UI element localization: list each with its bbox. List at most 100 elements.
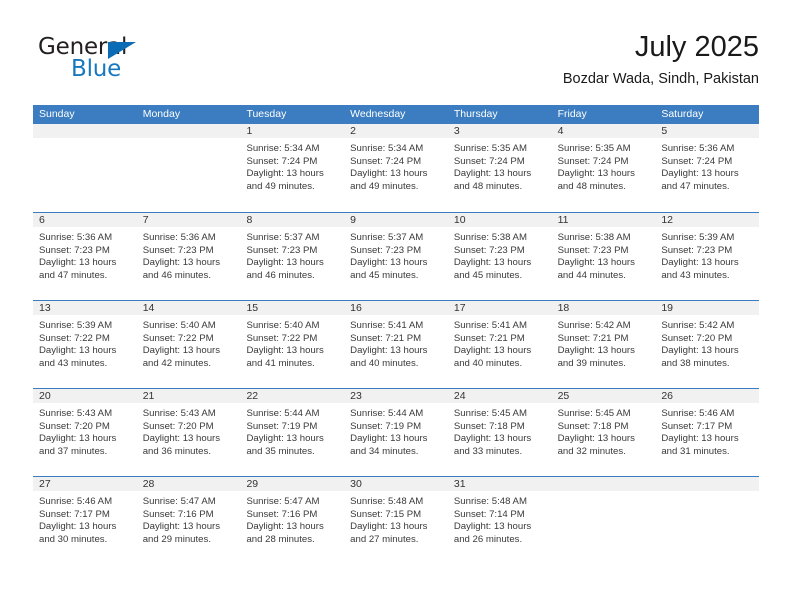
sunrise-text: Sunrise: 5:39 AM: [39, 320, 113, 331]
day-number: 20: [39, 390, 51, 402]
day-number: 8: [246, 214, 253, 226]
daylight-text: Daylight: 13 hours and 49 minutes.: [350, 168, 428, 192]
day-cell[interactable]: 17 Sunrise: 5:41 AM Sunset: 7:21 PM Dayligh…: [447, 301, 552, 388]
sunrise-text: Sunrise: 5:42 AM: [661, 320, 735, 331]
day-cell[interactable]: 4 Sunrise: 5:35 AM Sunset: 7:24 PM Daylight…: [551, 124, 656, 212]
sunrise-text: Sunrise: 5:47 AM: [142, 496, 216, 507]
day-cell[interactable]: 12 Sunrise: 5:39 AM Sunset: 7:23 PM Dayligh…: [655, 213, 760, 300]
day-cell[interactable]: 26 Sunrise: 5:46 AM Sunset: 7:17 PM Dayligh…: [655, 389, 760, 476]
generalblue-logo[interactable]: General Blue: [38, 34, 168, 84]
sunset-text: Sunset: 7:21 PM: [350, 332, 422, 344]
day-details: Sunrise: 5:36 AM Sunset: 7:23 PM Daylight:…: [33, 228, 137, 282]
day-details: Sunrise: 5:41 AM Sunset: 7:21 PM Daylight:…: [344, 316, 448, 370]
sunrise-text: Sunrise: 5:48 AM: [453, 496, 527, 507]
day-cell[interactable]: 1 Sunrise: 5:34 AM Sunset: 7:24 PM Daylight…: [240, 124, 345, 212]
daylight-text: Daylight: 13 hours and 37 minutes.: [39, 433, 117, 457]
sunset-text: Sunset: 7:23 PM: [350, 244, 422, 256]
day-cell[interactable]: 8 Sunrise: 5:37 AM Sunset: 7:23 PM Daylight…: [240, 213, 345, 300]
day-cell[interactable]: 11 Sunrise: 5:38 AM Sunset: 7:23 PM Dayligh…: [551, 213, 656, 300]
day-cell[interactable]: 21 Sunrise: 5:43 AM Sunset: 7:20 PM Dayligh…: [136, 389, 241, 476]
day-cell[interactable]: 25 Sunrise: 5:45 AM Sunset: 7:18 PM Dayligh…: [551, 389, 656, 476]
daylight-text: Daylight: 13 hours and 48 minutes.: [453, 168, 532, 192]
daylight-text: Daylight: 13 hours and 33 minutes.: [453, 433, 532, 457]
day-cell[interactable]: 14 Sunrise: 5:40 AM Sunset: 7:22 PM Dayligh…: [136, 301, 241, 388]
sunrise-text: Sunrise: 5:34 AM: [246, 143, 320, 154]
day-number-band: 7: [136, 213, 241, 228]
daylight-text: Daylight: 13 hours and 31 minutes.: [661, 433, 739, 457]
sunset-text: Sunset: 7:20 PM: [39, 420, 110, 432]
day-details: Sunrise: 5:38 AM Sunset: 7:23 PM Daylight:…: [552, 228, 656, 282]
daylight-text: Daylight: 13 hours and 36 minutes.: [142, 433, 221, 457]
day-cell[interactable]: 20 Sunrise: 5:43 AM Sunset: 7:20 PM Dayligh…: [33, 389, 137, 476]
day-cell[interactable]: 15 Sunrise: 5:40 AM Sunset: 7:22 PM Dayligh…: [240, 301, 345, 388]
day-number-band: 26: [655, 389, 760, 404]
daylight-text: Daylight: 13 hours and 32 minutes.: [557, 433, 635, 457]
day-number: 3: [453, 125, 460, 137]
sunrise-text: Sunrise: 5:36 AM: [39, 232, 113, 243]
day-cell[interactable]: 31 Sunrise: 5:48 AM Sunset: 7:14 PM Dayligh…: [447, 477, 552, 564]
daylight-text: Daylight: 13 hours and 29 minutes.: [142, 521, 221, 545]
day-cell-empty: [551, 477, 656, 564]
calendar-week-row: 20 Sunrise: 5:43 AM Sunset: 7:20 PM Dayligh…: [33, 388, 760, 476]
day-details: Sunrise: 5:41 AM Sunset: 7:21 PM Daylight:…: [448, 316, 552, 370]
day-cell[interactable]: 2 Sunrise: 5:34 AM Sunset: 7:24 PM Daylight…: [344, 124, 448, 212]
day-number: 22: [246, 390, 259, 402]
day-cell[interactable]: 9 Sunrise: 5:37 AM Sunset: 7:23 PM Daylight…: [344, 213, 448, 300]
day-number-band: 13: [33, 301, 137, 316]
day-number: 9: [350, 214, 356, 226]
sunrise-text: Sunrise: 5:35 AM: [453, 143, 527, 154]
day-details: [655, 492, 759, 496]
day-number-band: 22: [240, 389, 345, 404]
day-details: Sunrise: 5:34 AM Sunset: 7:24 PM Daylight:…: [240, 139, 344, 193]
day-number-band: 9: [344, 213, 448, 228]
weekday-header-sunday: Sunday: [39, 108, 75, 120]
daylight-text: Daylight: 13 hours and 49 minutes.: [246, 168, 324, 192]
day-cell[interactable]: 23 Sunrise: 5:44 AM Sunset: 7:19 PM Dayligh…: [344, 389, 448, 476]
day-number-band: 1: [240, 124, 345, 139]
day-number-band: 15: [240, 301, 345, 316]
day-number-band: [551, 477, 656, 492]
calendar-week-row: 27 Sunrise: 5:46 AM Sunset: 7:17 PM Dayligh…: [33, 476, 760, 564]
day-cell[interactable]: 30 Sunrise: 5:48 AM Sunset: 7:15 PM Dayligh…: [344, 477, 448, 564]
day-cell[interactable]: 5 Sunrise: 5:36 AM Sunset: 7:24 PM Daylight…: [655, 124, 760, 212]
day-number-band: 20: [33, 389, 137, 404]
day-cell[interactable]: 27 Sunrise: 5:46 AM Sunset: 7:17 PM Dayligh…: [33, 477, 137, 564]
day-cell[interactable]: 28 Sunrise: 5:47 AM Sunset: 7:16 PM Dayligh…: [136, 477, 241, 564]
weekday-header-friday: Friday: [557, 108, 587, 120]
calendar-week-row: 1 Sunrise: 5:34 AM Sunset: 7:24 PM Daylight…: [33, 124, 760, 212]
day-number: 19: [661, 302, 673, 314]
day-number: 7: [142, 214, 149, 226]
sunrise-text: Sunrise: 5:34 AM: [350, 143, 424, 154]
day-cell[interactable]: 18 Sunrise: 5:42 AM Sunset: 7:21 PM Dayligh…: [551, 301, 656, 388]
day-cell[interactable]: 7 Sunrise: 5:36 AM Sunset: 7:23 PM Daylight…: [136, 213, 241, 300]
day-cell-empty: [655, 477, 760, 564]
sunset-text: Sunset: 7:24 PM: [453, 155, 525, 167]
day-cell[interactable]: 24 Sunrise: 5:45 AM Sunset: 7:18 PM Dayligh…: [447, 389, 552, 476]
day-cell[interactable]: 6 Sunrise: 5:36 AM Sunset: 7:23 PM Daylight…: [33, 213, 137, 300]
day-number-band: 18: [551, 301, 656, 316]
sunset-text: Sunset: 7:20 PM: [142, 420, 214, 432]
day-cell[interactable]: 22 Sunrise: 5:44 AM Sunset: 7:19 PM Dayligh…: [240, 389, 345, 476]
day-cell[interactable]: 10 Sunrise: 5:38 AM Sunset: 7:23 PM Dayligh…: [447, 213, 552, 300]
day-number-band: 19: [655, 301, 760, 316]
sunset-text: Sunset: 7:23 PM: [246, 244, 318, 256]
calendar-weeks: 1 Sunrise: 5:34 AM Sunset: 7:24 PM Daylight…: [33, 124, 760, 564]
daylight-text: Daylight: 13 hours and 45 minutes.: [453, 257, 532, 281]
day-details: Sunrise: 5:45 AM Sunset: 7:18 PM Daylight:…: [552, 404, 656, 458]
day-details: Sunrise: 5:35 AM Sunset: 7:24 PM Daylight:…: [448, 139, 552, 193]
day-cell[interactable]: 16 Sunrise: 5:41 AM Sunset: 7:21 PM Dayligh…: [344, 301, 448, 388]
sunset-text: Sunset: 7:16 PM: [142, 508, 214, 520]
day-cell[interactable]: 3 Sunrise: 5:35 AM Sunset: 7:24 PM Daylight…: [447, 124, 552, 212]
logo-text-blue: Blue: [71, 56, 122, 82]
sunset-text: Sunset: 7:22 PM: [142, 332, 214, 344]
sunrise-text: Sunrise: 5:43 AM: [39, 408, 113, 419]
day-cell[interactable]: 19 Sunrise: 5:42 AM Sunset: 7:20 PM Dayligh…: [655, 301, 760, 388]
day-number-band: 2: [344, 124, 448, 139]
sunset-text: Sunset: 7:23 PM: [453, 244, 525, 256]
day-cell[interactable]: 29 Sunrise: 5:47 AM Sunset: 7:16 PM Dayligh…: [240, 477, 345, 564]
daylight-text: Daylight: 13 hours and 48 minutes.: [557, 168, 635, 192]
day-details: Sunrise: 5:46 AM Sunset: 7:17 PM Daylight:…: [33, 492, 137, 546]
day-number: 4: [557, 125, 564, 137]
day-cell[interactable]: 13 Sunrise: 5:39 AM Sunset: 7:22 PM Dayligh…: [33, 301, 137, 388]
day-number-band: [33, 124, 137, 139]
